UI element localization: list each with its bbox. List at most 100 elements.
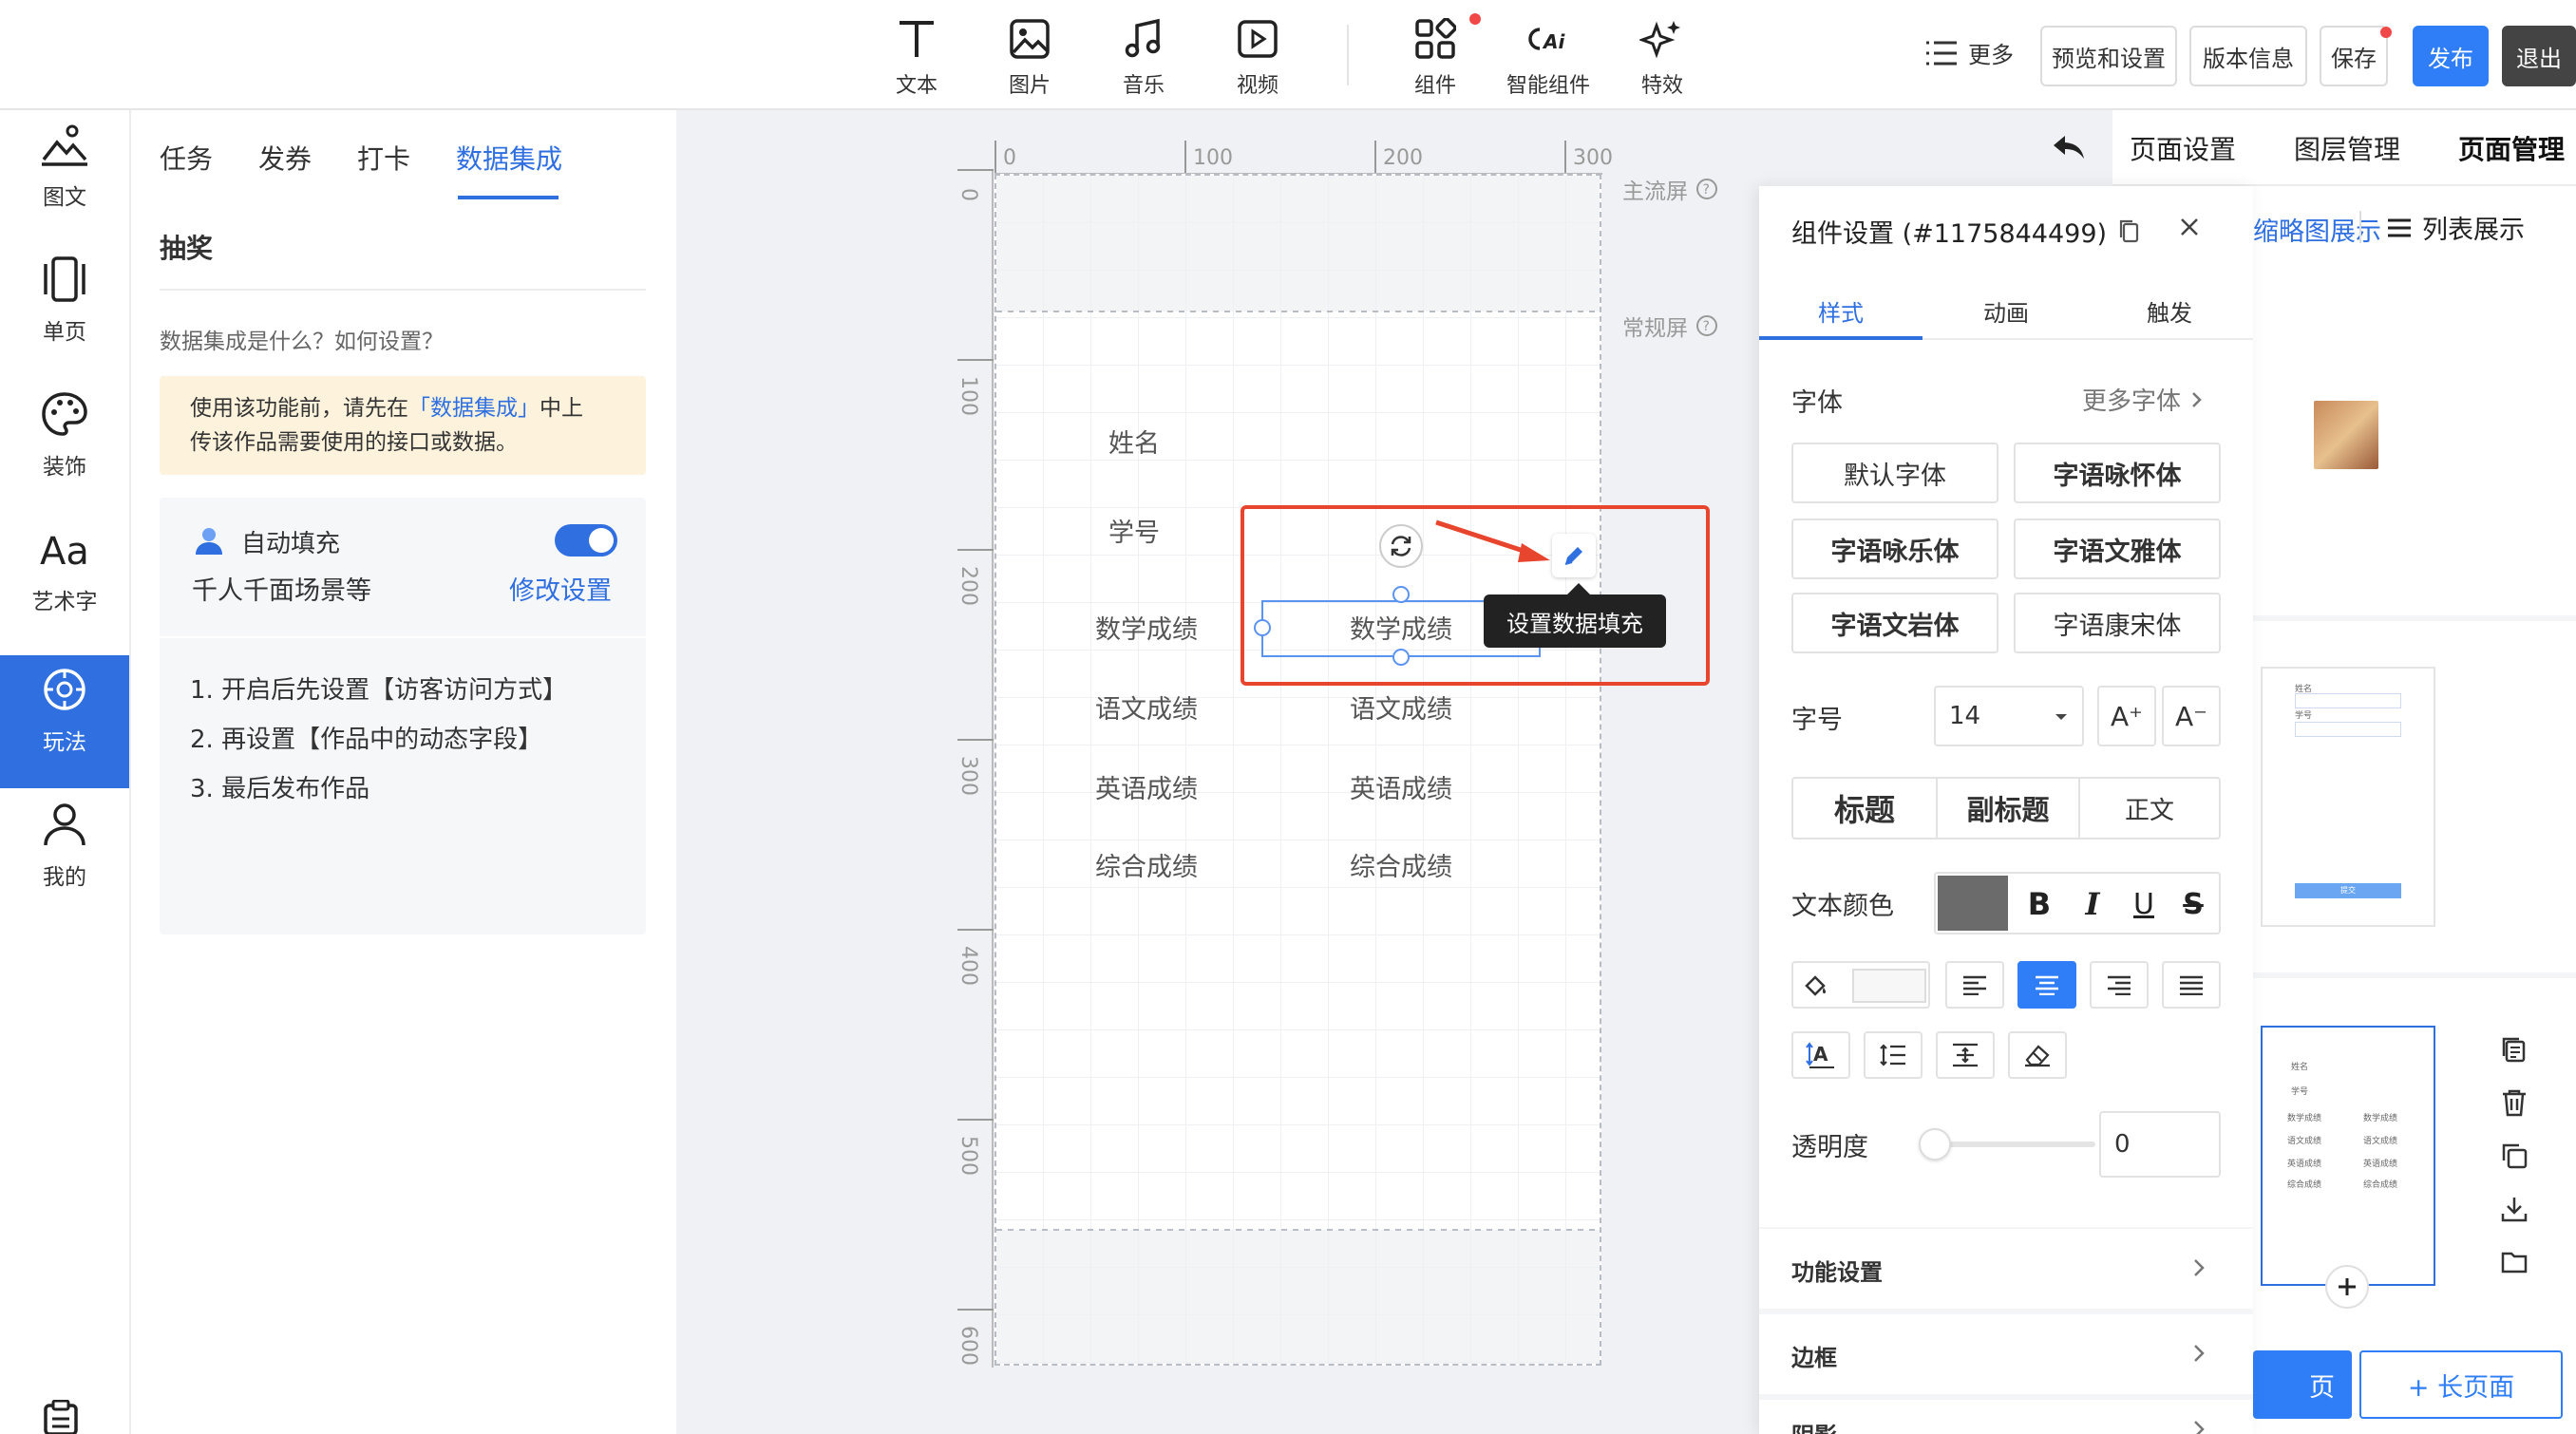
help-icon[interactable]: ? <box>1695 314 1718 337</box>
version-info-button[interactable]: 版本信息 <box>2189 26 2307 86</box>
letter-spacing-button[interactable]: A <box>1791 1031 1850 1079</box>
line-height-button[interactable] <box>1864 1031 1923 1079</box>
view-divider <box>2359 211 2361 243</box>
duplicate-page-icon[interactable] <box>2500 1142 2529 1170</box>
page-thumbnail-image[interactable] <box>2314 401 2378 469</box>
field-english-label[interactable]: 英语成绩 <box>1095 768 1198 805</box>
nav-item-play[interactable]: 玩法 <box>0 655 129 788</box>
download-page-icon[interactable] <box>2500 1195 2529 1223</box>
align-left-button[interactable] <box>1945 961 2004 1009</box>
list-view-toggle[interactable]: 列表展示 <box>2386 209 2525 246</box>
field-chinese-value[interactable]: 语文成绩 <box>1350 689 1452 726</box>
component-tool[interactable]: 组件 <box>1378 13 1492 99</box>
svg-text:?: ? <box>1703 182 1710 198</box>
tab-style[interactable]: 样式 <box>1818 294 1864 328</box>
body-text-button[interactable]: 正文 <box>2080 779 2219 838</box>
font-wenya[interactable]: 字语文雅体 <box>2014 519 2221 579</box>
field-total-value[interactable]: 综合成绩 <box>1350 846 1452 883</box>
save-button[interactable]: 保存 <box>2320 26 2388 86</box>
nav-item-decoration[interactable]: 装饰 <box>0 380 129 513</box>
publish-button[interactable]: 发布 <box>2413 26 2489 86</box>
help-link[interactable]: 数据集成是什么？如何设置？ <box>160 323 444 355</box>
background-color-swatch[interactable] <box>1852 969 1926 1003</box>
field-name-label[interactable]: 姓名 <box>1108 423 1160 460</box>
underline-button[interactable]: U <box>2120 881 2168 927</box>
field-total-label[interactable]: 综合成绩 <box>1095 846 1198 883</box>
image-tool[interactable]: 图片 <box>973 13 1087 99</box>
heading-button[interactable]: 标题 <box>1793 779 1936 838</box>
page-thumbnail-2[interactable]: 姓名 学号 提交 <box>2261 667 2435 927</box>
page-artboard[interactable]: 姓名 学号 数学成绩 数学成绩 语文成绩 语文成绩 英语成绩 英语成绩 综合成绩… <box>994 174 1601 1366</box>
settings-title: 组件设置 (#1175844499) <box>1791 213 2141 250</box>
opacity-slider-track[interactable] <box>1928 1142 2095 1147</box>
align-right-button[interactable] <box>2090 961 2149 1009</box>
tab-checkin[interactable]: 打卡 <box>357 139 410 177</box>
text-color-swatch[interactable] <box>1938 876 2008 931</box>
clear-format-button[interactable] <box>2008 1031 2067 1079</box>
folder-icon[interactable] <box>2500 1248 2529 1276</box>
field-id-label[interactable]: 学号 <box>1108 512 1160 549</box>
tab-animation[interactable]: 动画 <box>1983 294 2029 328</box>
page-thumbnail-3[interactable]: 姓名 学号 数学成绩 数学成绩 语文成绩 语文成绩 英语成绩 英语成绩 综合成绩… <box>2261 1026 2435 1286</box>
exit-button[interactable]: 退出 <box>2502 26 2576 86</box>
border-section[interactable]: 边框 <box>1759 1314 2253 1394</box>
tab-task[interactable]: 任务 <box>160 139 213 177</box>
italic-button[interactable]: I <box>2069 881 2116 927</box>
copy-page-icon[interactable] <box>2500 1035 2529 1064</box>
copy-id-icon[interactable] <box>2118 219 2141 244</box>
opacity-input[interactable]: 0 <box>2099 1111 2221 1178</box>
tab-coupon[interactable]: 发券 <box>258 139 312 177</box>
font-size-select[interactable]: 14 <box>1934 686 2084 746</box>
grid-view-toggle[interactable]: 缩略图展示 <box>2253 211 2381 248</box>
preview-settings-button[interactable]: 预览和设置 <box>2040 26 2177 86</box>
text-tool[interactable]: 文本 <box>860 13 974 99</box>
font-wenyan[interactable]: 字语文岩体 <box>1791 593 1998 653</box>
more-fonts-link[interactable]: 更多字体 <box>2082 382 2204 417</box>
paragraph-spacing-button[interactable] <box>1936 1031 1995 1079</box>
add-page-button[interactable]: 页 <box>2253 1350 2352 1419</box>
video-tool[interactable]: 视频 <box>1201 13 1315 99</box>
tab-page-settings[interactable]: 页面设置 <box>2130 129 2236 167</box>
back-button[interactable] <box>2025 110 2112 186</box>
opacity-slider-thumb[interactable] <box>1919 1128 1951 1160</box>
subheading-button[interactable]: 副标题 <box>1938 779 2078 838</box>
effects-tool[interactable]: 特效 <box>1605 13 1719 99</box>
close-icon[interactable] <box>2177 215 2202 239</box>
strikethrough-button[interactable]: S <box>2169 881 2217 927</box>
nav-item-single-page[interactable]: 单页 <box>0 245 129 378</box>
ai-component-tool[interactable]: Ai 智能组件 <box>1491 13 1605 99</box>
more-button[interactable]: 更多 <box>1924 36 2014 69</box>
align-justify-button[interactable] <box>2162 961 2221 1009</box>
function-settings-section[interactable]: 功能设置 <box>1759 1229 2253 1309</box>
add-page-after-button[interactable] <box>2325 1265 2369 1309</box>
help-icon[interactable]: ? <box>1695 178 1718 200</box>
background-color-control[interactable] <box>1791 961 1930 1009</box>
nav-item-graphic[interactable]: 图文 <box>0 110 129 243</box>
field-chinese-label[interactable]: 语文成绩 <box>1095 689 1198 726</box>
nav-item-art-text[interactable]: Aa 艺术字 <box>0 515 129 648</box>
nav-item-mine[interactable]: 我的 <box>0 790 129 923</box>
bold-button[interactable]: B <box>2016 881 2063 927</box>
font-kangsong[interactable]: 字语康宋体 <box>2014 593 2221 653</box>
data-integration-link[interactable]: 「数据集成」 <box>408 396 540 421</box>
font-default[interactable]: 默认字体 <box>1791 443 1998 503</box>
tab-layer-management[interactable]: 图层管理 <box>2294 129 2400 167</box>
modify-settings-link[interactable]: 修改设置 <box>509 570 612 607</box>
tab-page-management[interactable]: 页面管理 <box>2458 129 2565 167</box>
field-math-label[interactable]: 数学成绩 <box>1095 609 1198 646</box>
font-size-decrease-button[interactable]: A⁻ <box>2162 686 2221 746</box>
tab-trigger[interactable]: 触发 <box>2147 294 2192 328</box>
music-tool[interactable]: 音乐 <box>1087 13 1201 99</box>
delete-page-icon[interactable] <box>2500 1088 2529 1117</box>
font-yongle[interactable]: 字语咏乐体 <box>1791 519 1998 579</box>
svg-text:A: A <box>1813 1043 1828 1066</box>
shadow-section[interactable]: 阴影 <box>1759 1400 2253 1434</box>
add-long-page-button[interactable]: + 长页面 <box>2359 1350 2563 1419</box>
font-size-increase-button[interactable]: A⁺ <box>2097 686 2156 746</box>
align-center-button[interactable] <box>2017 961 2076 1009</box>
autofill-toggle[interactable] <box>555 524 617 557</box>
clipboard-icon[interactable] <box>40 1400 82 1434</box>
field-english-value[interactable]: 英语成绩 <box>1350 768 1452 805</box>
tab-data-integration[interactable]: 数据集成 <box>456 139 562 177</box>
font-yonghuai[interactable]: 字语咏怀体 <box>2014 443 2221 503</box>
